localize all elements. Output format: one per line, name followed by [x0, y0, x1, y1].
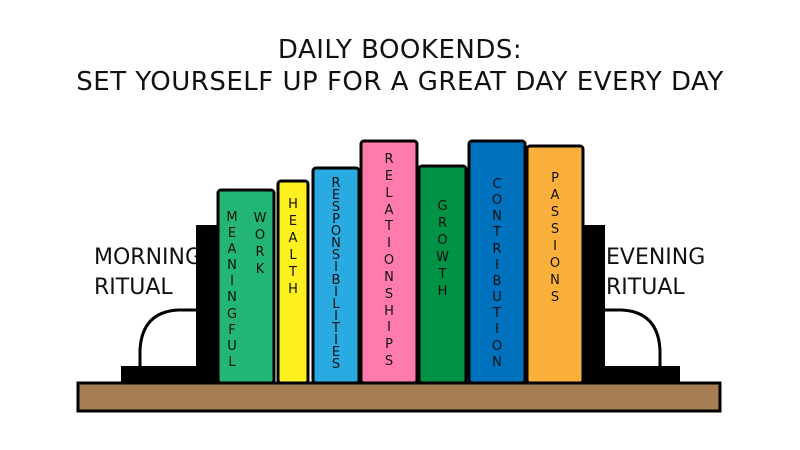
shelf: [76, 381, 722, 413]
book-label-passions: PASSIONS: [549, 171, 561, 305]
books: [216, 139, 585, 385]
book-label-meaningful: MEANINGFUL: [226, 210, 238, 370]
book-label-relationships: RELATIONSHIPS: [383, 152, 395, 370]
book-label-health: HEALTH: [288, 197, 298, 297]
right-bookend: [583, 225, 680, 386]
book-label-contribution: CONTRIBUTION: [491, 177, 503, 370]
bookshelf-illustration: [76, 139, 722, 413]
book-label-growth: GROWTH: [436, 199, 449, 299]
left-bookend: [121, 225, 218, 386]
book-label-work: WORK: [253, 211, 267, 277]
book-label-responsibilities: RESPONSIBILITIES: [330, 176, 342, 372]
